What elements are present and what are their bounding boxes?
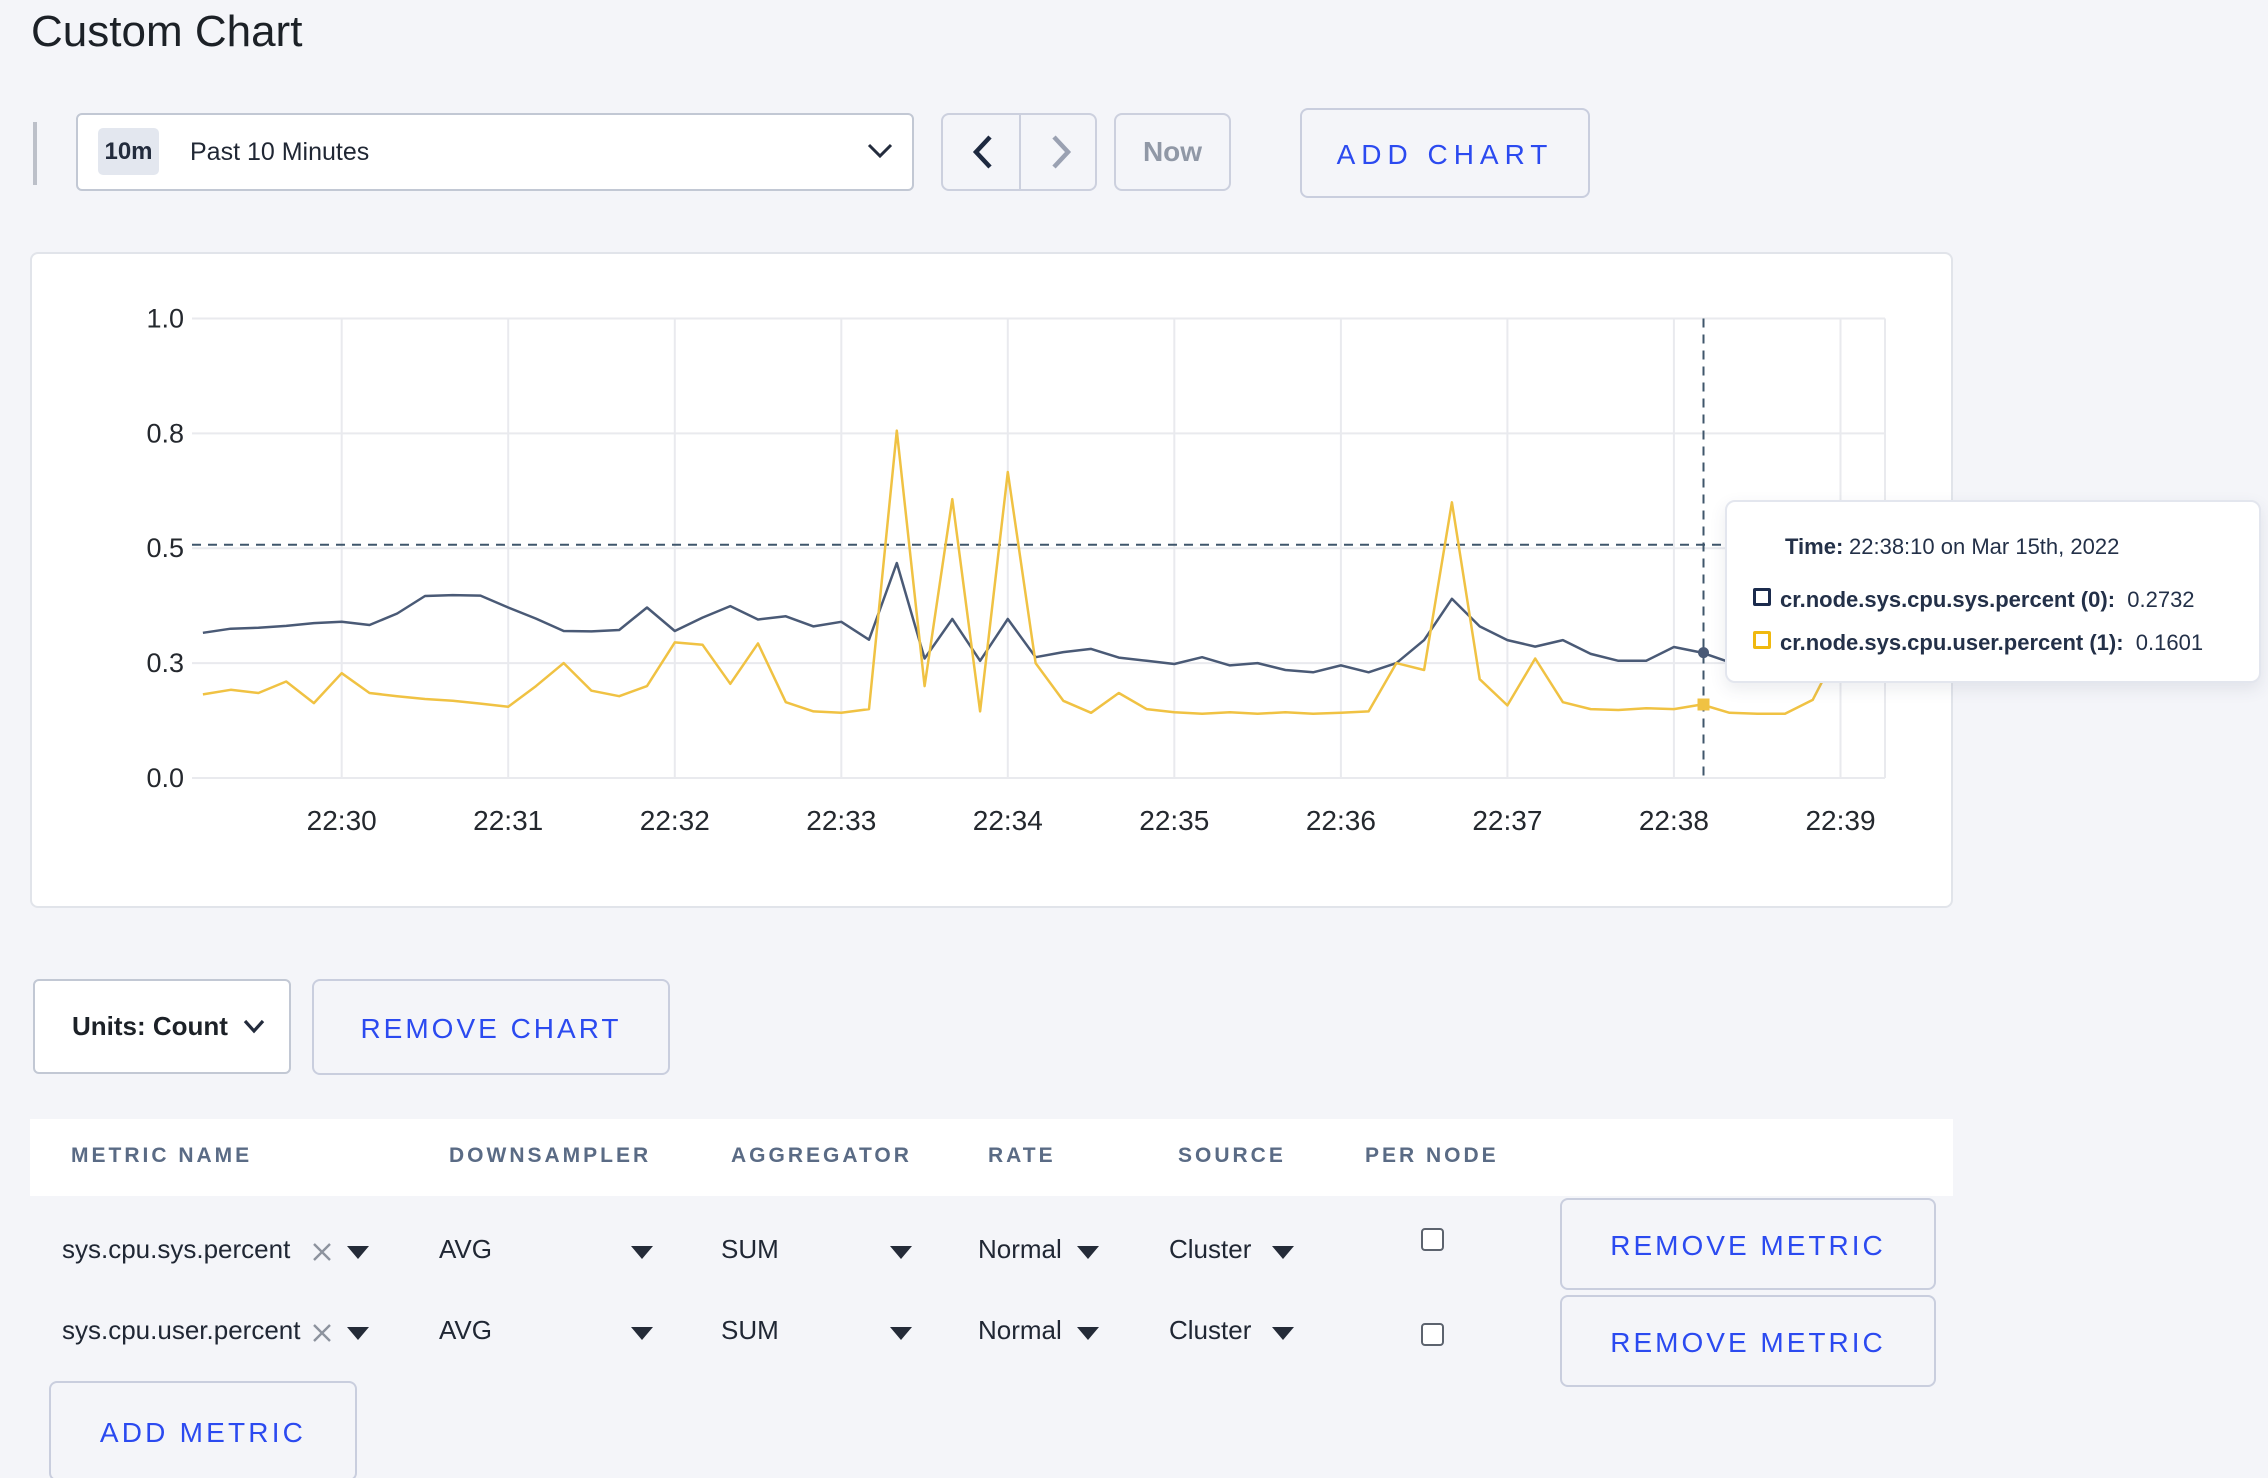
svg-text:0.8: 0.8 — [146, 418, 184, 448]
svg-text:22:33: 22:33 — [806, 805, 876, 836]
svg-text:22:34: 22:34 — [973, 805, 1043, 836]
svg-text:1.0: 1.0 — [146, 304, 184, 334]
svg-text:22:39: 22:39 — [1805, 805, 1875, 836]
svg-text:22:36: 22:36 — [1306, 805, 1376, 836]
svg-text:22:30: 22:30 — [307, 805, 377, 836]
svg-text:22:35: 22:35 — [1139, 805, 1209, 836]
svg-text:22:32: 22:32 — [640, 805, 710, 836]
svg-text:0.0: 0.0 — [146, 763, 184, 793]
svg-text:0.3: 0.3 — [146, 648, 184, 678]
svg-text:22:38: 22:38 — [1639, 805, 1709, 836]
svg-text:0.5: 0.5 — [146, 533, 184, 563]
svg-text:22:31: 22:31 — [473, 805, 543, 836]
svg-text:22:37: 22:37 — [1472, 805, 1542, 836]
